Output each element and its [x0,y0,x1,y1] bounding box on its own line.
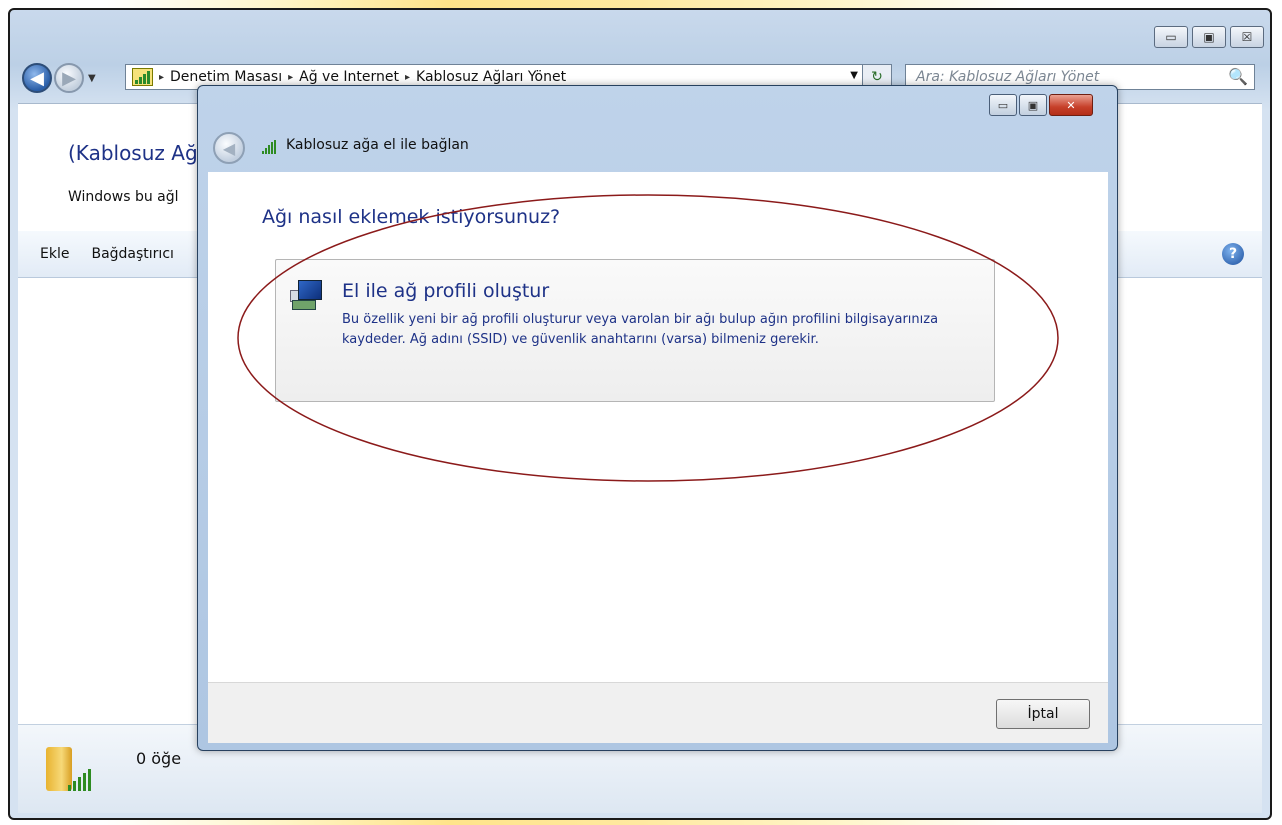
adapter-properties-button[interactable]: Bağdaştırıcı [91,246,173,262]
breadcrumb-network-internet[interactable]: Ağ ve Internet [299,69,399,85]
manual-profile-option[interactable]: El ile ağ profili oluştur Bu özellik yen… [275,259,995,402]
window-caption-buttons: ▭ ▣ ☒ [1154,26,1264,48]
dialog-back-button[interactable]: ◀ [213,132,245,164]
address-dropdown-icon[interactable]: ▼ [850,70,858,81]
wireless-network-icon [132,68,153,86]
dialog-caption-buttons: ▭ ▣ ✕ [989,94,1093,116]
dialog-question: Ağı nasıl eklemek istiyorsunuz? [262,206,561,228]
search-icon[interactable]: 🔍 [1228,67,1248,86]
back-button[interactable]: ◀ [22,63,52,93]
help-icon[interactable]: ? [1222,243,1244,265]
page-description: Windows bu ağl [68,189,179,205]
maximize-button[interactable]: ▣ [1192,26,1226,48]
manual-connect-dialog: ▭ ▣ ✕ ◀ Kablosuz ağa el ile bağlan Ağı n… [197,85,1118,751]
page-heading: (Kablosuz Ağ [68,141,198,165]
search-placeholder: Ara: Kablosuz Ağları Yönet [916,69,1100,85]
close-button[interactable]: ☒ [1230,26,1264,48]
breadcrumb-control-panel[interactable]: Denetim Masası [170,69,282,85]
cancel-button[interactable]: İptal [996,699,1090,729]
item-count: 0 öğe [136,749,182,768]
dialog-body: Ağı nasıl eklemek istiyorsunuz? El ile a… [208,172,1108,682]
option-description: Bu özellik yeni bir ağ profili oluşturur… [342,312,939,347]
breadcrumb-manage-wireless[interactable]: Kablosuz Ağları Yönet [416,69,566,85]
navigation-buttons: ◀ ▶ ▼ [22,62,96,94]
add-button[interactable]: Ekle [40,246,69,262]
dialog-minimize-button[interactable]: ▭ [989,94,1017,116]
option-title: El ile ağ profili oluştur [342,280,550,302]
recent-pages-dropdown[interactable]: ▼ [88,73,96,84]
network-computer-icon [290,278,324,312]
dialog-title: Kablosuz ağa el ile bağlan [286,137,469,153]
breadcrumb-separator[interactable]: ▸ [288,72,293,83]
dialog-maximize-button[interactable]: ▣ [1019,94,1047,116]
minimize-button[interactable]: ▭ [1154,26,1188,48]
dialog-close-button[interactable]: ✕ [1049,94,1093,116]
wireless-signal-icon [262,140,276,154]
forward-button[interactable]: ▶ [54,63,84,93]
breadcrumb-separator[interactable]: ▸ [159,72,164,83]
dialog-footer: İptal [208,682,1108,743]
wireless-folder-icon [46,747,91,795]
breadcrumb-separator[interactable]: ▸ [405,72,410,83]
